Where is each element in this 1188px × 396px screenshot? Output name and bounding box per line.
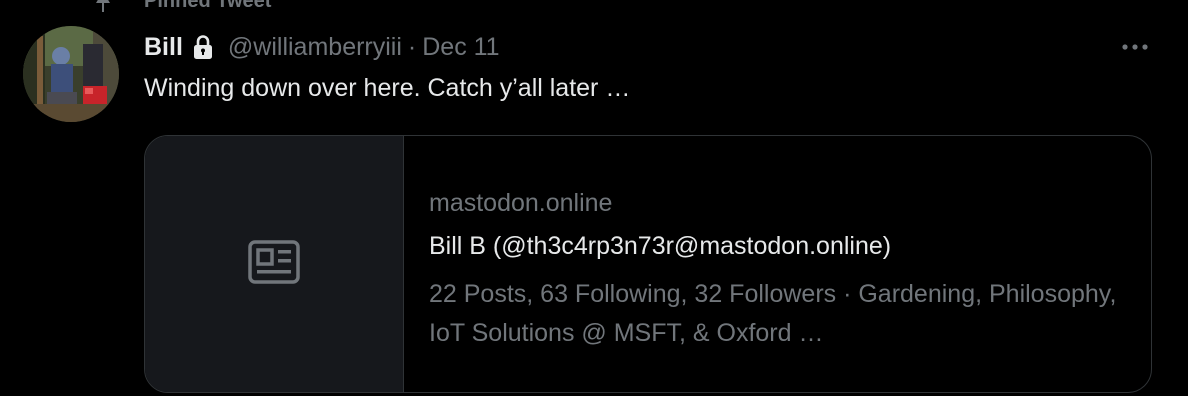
avatar[interactable]	[23, 26, 119, 122]
link-card-title: Bill B (@th3c4rp3n73r@mastodon.online)	[429, 232, 892, 260]
tweet-date[interactable]: Dec 11	[422, 33, 499, 62]
author-name[interactable]: Bill	[144, 33, 183, 62]
link-card-thumbnail	[145, 136, 404, 392]
tweet-header: Bill @williamberryiii · Dec 11	[144, 30, 500, 64]
article-icon	[248, 239, 300, 289]
link-card-description: 22 Posts, 63 Following, 32 Followers · G…	[429, 280, 1117, 347]
pinned-label: Pinned Tweet	[144, 0, 272, 12]
lock-icon	[192, 33, 216, 61]
more-horizontal-icon	[1121, 38, 1149, 56]
link-card-domain: mastodon.online	[429, 189, 613, 217]
separator: ·	[407, 32, 417, 61]
pin-icon	[90, 0, 118, 12]
author-handle[interactable]: @williamberryiii	[228, 33, 402, 62]
pinned-tweet-indicator: Pinned Tweet	[90, 0, 271, 12]
tweet-text: Winding down over here. Catch y’all late…	[144, 74, 631, 102]
link-preview-card[interactable]: mastodon.online Bill B (@th3c4rp3n73r@ma…	[144, 135, 1152, 393]
more-options-button[interactable]	[1116, 30, 1154, 64]
link-card-body: mastodon.online Bill B (@th3c4rp3n73r@ma…	[404, 136, 1151, 392]
